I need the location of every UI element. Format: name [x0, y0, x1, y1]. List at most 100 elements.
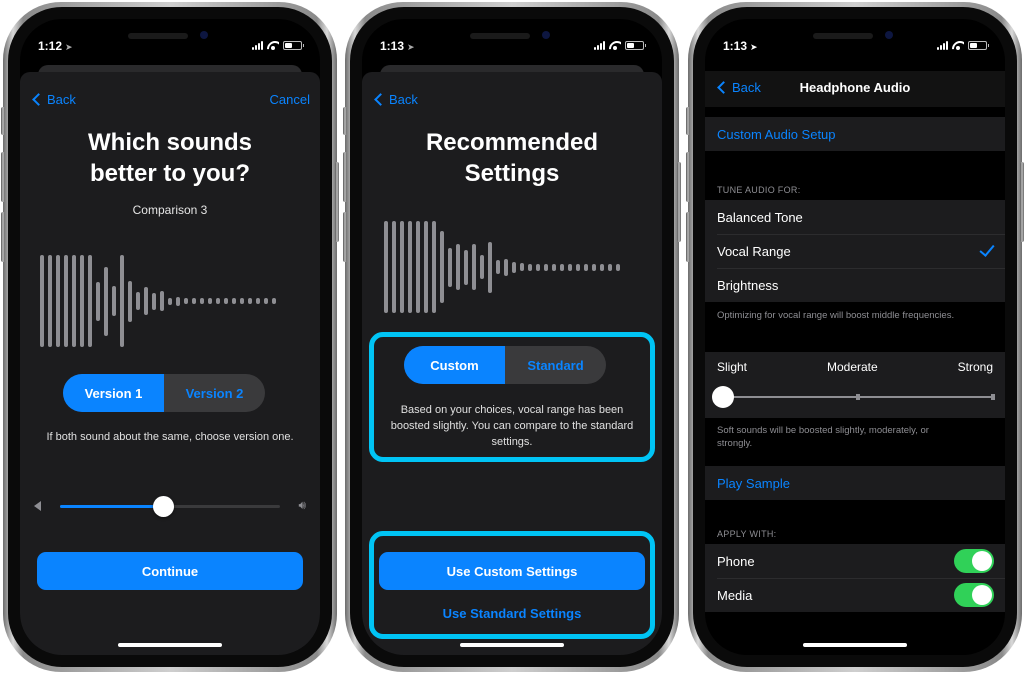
screen-recommended-settings: 1:13➤ Back Recommended Settings Custom [362, 19, 662, 655]
waveform-bar [48, 255, 52, 347]
option-vocal-range[interactable]: Vocal Range [705, 234, 1005, 268]
status-bar: 1:13 ➤ [362, 39, 662, 57]
phone-frame-3: 1:13 ➤ Back Headphone Audio Custom Audio … [686, 2, 1024, 672]
segment-version-1[interactable]: Version 1 [63, 374, 164, 412]
use-custom-settings-button[interactable]: Use Custom Settings [379, 552, 645, 590]
volume-fill [60, 505, 164, 508]
waveform-bar [520, 263, 524, 271]
boost-labels: Slight Moderate Strong [717, 360, 993, 374]
row-label: Media [717, 587, 753, 603]
side-button [686, 152, 690, 202]
waveform-bar [584, 263, 588, 271]
waveform-bar [384, 221, 388, 313]
option-label: Vocal Range [717, 243, 791, 259]
tune-audio-header: TUNE AUDIO FOR: [717, 185, 801, 195]
boost-slider-thumb[interactable] [712, 386, 734, 408]
volume-slider[interactable] [60, 496, 280, 517]
option-brightness[interactable]: Brightness [705, 268, 1005, 302]
settings-segmented-control[interactable]: Custom Standard [404, 346, 606, 384]
row-label: Phone [717, 553, 755, 569]
volume-thumb[interactable] [153, 496, 175, 517]
status-bar: 1:12 ➤ [20, 39, 320, 57]
waveform-bar [472, 244, 476, 290]
boost-label-moderate: Moderate [826, 360, 878, 374]
waveform-bar [592, 263, 596, 271]
play-sample-button[interactable]: Play Sample [705, 466, 1005, 500]
waveform-bar [128, 280, 132, 322]
continue-button[interactable]: Continue [37, 552, 303, 590]
location-arrow-icon: ➤ [407, 42, 415, 52]
use-standard-settings-button[interactable]: Use Standard Settings [379, 606, 645, 621]
phone-bezel: 1:13➤ Back Recommended Settings Custom [350, 7, 674, 667]
time-text: 1:12 [38, 39, 63, 53]
waveform-bar [408, 221, 412, 313]
waveform-bar [120, 255, 124, 347]
segment-custom[interactable]: Custom [404, 346, 505, 384]
speaker-high-icon: 🔊︎ [298, 498, 306, 512]
location-arrow-icon: ➤ [750, 42, 758, 52]
custom-audio-setup-link[interactable]: Custom Audio Setup [705, 117, 1005, 151]
segment-standard[interactable]: Standard [505, 346, 606, 384]
cellular-signal-icon [937, 41, 948, 50]
waveform-bar [64, 255, 68, 347]
option-label: Balanced Tone [717, 209, 803, 225]
wifi-icon [952, 41, 964, 50]
screen-comparison: 1:12 ➤ Back Cancel Which sounds better to… [20, 19, 320, 655]
waveform [384, 219, 620, 315]
page-title: Headphone Audio [799, 80, 911, 95]
cancel-button[interactable]: Cancel [270, 92, 310, 107]
title-line-2: Settings [464, 160, 560, 187]
cellular-signal-icon [594, 41, 605, 50]
side-button [1020, 162, 1024, 242]
waveform-bar [544, 263, 548, 271]
media-toggle[interactable] [954, 583, 994, 607]
back-button[interactable]: Back [30, 92, 76, 107]
waveform-bar [568, 263, 572, 271]
waveform-bar [432, 221, 436, 313]
waveform-bar [496, 260, 500, 274]
option-balanced-tone[interactable]: Balanced Tone [705, 200, 1005, 234]
play-sample-group: Play Sample [705, 466, 1005, 500]
waveform-bar [192, 298, 196, 304]
version-segmented-control[interactable]: Version 1 Version 2 [63, 374, 265, 412]
back-button[interactable]: Back [372, 92, 418, 107]
side-button [686, 212, 690, 262]
status-bar: 1:13 ➤ [705, 39, 1005, 57]
waveform-bar [224, 298, 228, 304]
segment-version-2[interactable]: Version 2 [164, 374, 265, 412]
waveform-bar [256, 298, 260, 304]
boost-slider[interactable] [712, 386, 995, 408]
volume-slider-row: 🔊︎ [34, 496, 306, 517]
chevron-left-icon [374, 93, 387, 106]
waveform-bar [616, 263, 620, 271]
waveform-bar [480, 255, 484, 279]
home-indicator[interactable] [118, 643, 222, 647]
status-time: 1:13 ➤ [380, 39, 415, 53]
waveform-bar [608, 263, 612, 271]
title-line-1: Which sounds [88, 129, 252, 156]
waveform-bar [440, 231, 444, 303]
phone-toggle[interactable] [954, 549, 994, 573]
waveform-bar [80, 255, 84, 347]
front-camera [885, 31, 893, 39]
boost-level-group: Slight Moderate Strong [705, 352, 1005, 418]
status-time: 1:12 ➤ [38, 39, 73, 53]
title-line-2: better to you? [90, 160, 250, 187]
boost-label-strong: Strong [957, 360, 993, 374]
home-indicator[interactable] [460, 643, 564, 647]
side-button [343, 212, 347, 262]
waveform-bar [232, 298, 236, 304]
waveform-bar [96, 281, 100, 321]
phone-bezel: 1:13 ➤ Back Headphone Audio Custom Audio … [693, 7, 1017, 667]
home-indicator[interactable] [803, 643, 907, 647]
waveform-bar [424, 221, 428, 313]
boost-footer: Soft sounds will be boosted slightly, mo… [717, 425, 929, 449]
tune-audio-group: Balanced Tone Vocal Range Brightness [705, 200, 1005, 302]
status-icons [937, 41, 989, 50]
side-button [1, 212, 5, 262]
side-button [343, 107, 347, 135]
apply-media-row: Media [705, 578, 1005, 612]
waveform-bar [40, 255, 44, 347]
waveform-bar [512, 261, 516, 273]
side-button [1, 152, 5, 202]
